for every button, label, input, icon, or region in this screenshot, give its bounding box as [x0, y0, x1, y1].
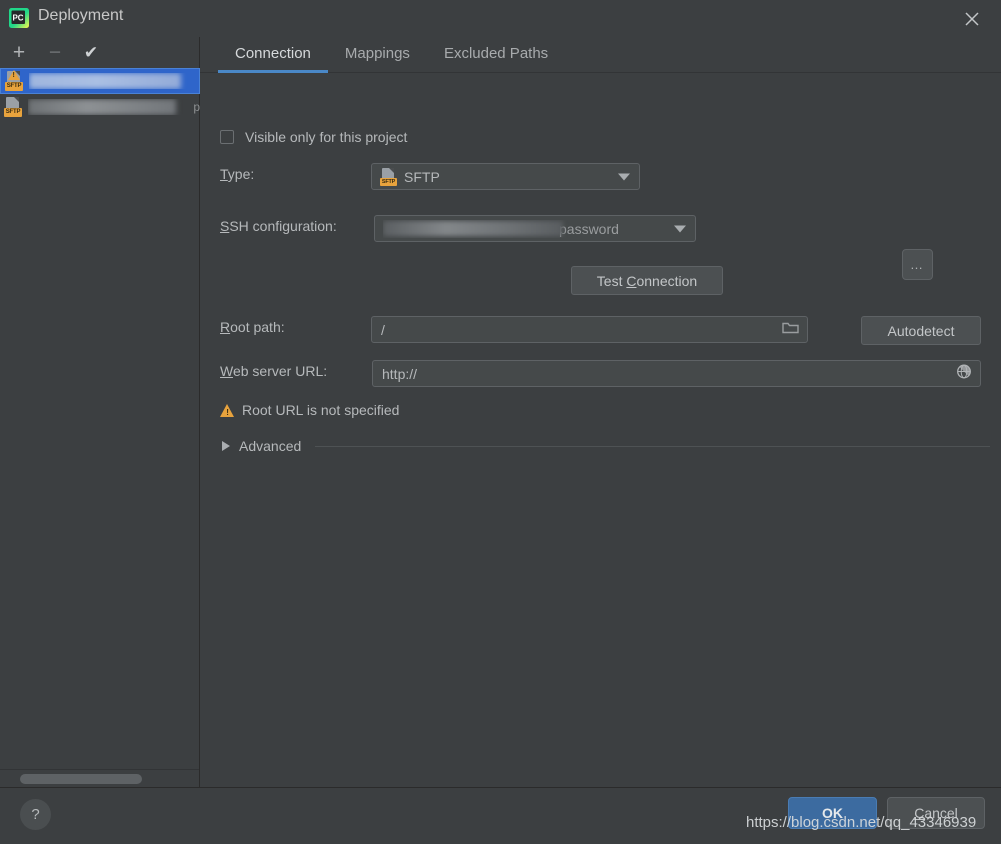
- scrollbar-thumb[interactable]: [20, 774, 142, 784]
- deployment-dialog: PC Deployment + − ✔ ! SFTP SFTP p Connec…: [0, 0, 1001, 844]
- close-icon[interactable]: [961, 8, 983, 30]
- web-server-url-input[interactable]: http://: [372, 360, 981, 387]
- web-server-url-label: Web server URL:: [220, 363, 328, 379]
- advanced-label: Advanced: [239, 438, 302, 454]
- sidebar-toolbar: + − ✔: [0, 37, 200, 68]
- root-path-label-row: Root path:: [220, 319, 285, 335]
- ssh-config-value-redacted: password: [383, 220, 619, 238]
- web-server-url-label-row: Web server URL:: [220, 363, 327, 379]
- tab-connection[interactable]: Connection: [218, 45, 328, 73]
- remove-server-label: −: [48, 41, 62, 64]
- tab-mappings[interactable]: Mappings: [328, 45, 427, 72]
- server-name-redacted: [29, 73, 199, 89]
- title-bar: PC Deployment: [0, 0, 1001, 37]
- ssh-config-combo[interactable]: password: [374, 215, 696, 242]
- folder-icon[interactable]: [782, 320, 799, 339]
- server-sidebar: + − ✔ SFTP: [0, 37, 200, 787]
- list-item[interactable]: SFTP p: [0, 94, 200, 120]
- root-path-input[interactable]: /: [371, 316, 808, 343]
- autodetect-label: Autodetect: [887, 322, 955, 339]
- add-server-icon[interactable]: +: [8, 42, 30, 64]
- svg-text:PC: PC: [12, 13, 23, 22]
- web-server-url-value: http://: [382, 365, 418, 382]
- tab-excluded-paths[interactable]: Excluded Paths: [427, 45, 565, 72]
- root-path-label: Root path:: [220, 319, 285, 335]
- visible-only-row: Visible only for this project: [220, 129, 407, 145]
- sftp-icon: SFTP: [380, 167, 397, 186]
- help-button[interactable]: ?: [20, 799, 51, 830]
- type-label-row: Type:: [220, 166, 254, 182]
- pycharm-logo-icon: PC: [8, 7, 30, 29]
- server-list: SFTP SFTP p: [0, 68, 200, 768]
- sftp-badge-label: SFTP: [380, 177, 397, 186]
- section-divider: [315, 445, 990, 447]
- ssh-config-label: SSH configuration:: [220, 218, 337, 234]
- warning-triangle-icon: !: [220, 403, 235, 417]
- sftp-server-icon: SFTP: [5, 70, 23, 91]
- root-url-warning: ! Root URL is not specified: [220, 402, 399, 418]
- content-panel: Connection Mappings Excluded Paths Visib…: [200, 37, 1001, 787]
- set-default-icon[interactable]: ✔: [80, 42, 102, 64]
- set-default-label: ✔: [83, 43, 99, 62]
- globe-icon[interactable]: [956, 363, 972, 384]
- remove-server-icon[interactable]: −: [44, 42, 66, 64]
- visible-only-checkbox[interactable]: [220, 130, 234, 144]
- connection-form: Visible only for this project Type: SFTP…: [200, 73, 1001, 787]
- ssh-config-label-row: SSH configuration:: [220, 218, 337, 234]
- sftp-badge-label: SFTP: [4, 108, 22, 117]
- list-item[interactable]: SFTP: [0, 68, 200, 94]
- warning-text: Root URL is not specified: [242, 402, 400, 418]
- test-connection-label: Test Connection: [596, 272, 698, 289]
- sidebar-horizontal-scrollbar[interactable]: [0, 769, 199, 787]
- sftp-server-icon: SFTP: [4, 97, 22, 117]
- advanced-section-header[interactable]: Advanced: [222, 438, 990, 454]
- type-combo[interactable]: SFTP SFTP: [371, 163, 640, 190]
- ellipsis-icon: …: [910, 256, 925, 272]
- server-name-tail: p: [193, 100, 200, 114]
- window-title: Deployment: [38, 7, 124, 24]
- chevron-down-icon: [674, 225, 686, 232]
- watermark-text: https://blog.csdn.net/qq_43346939: [746, 814, 977, 831]
- server-name-redacted: [28, 99, 193, 115]
- type-label: Type:: [220, 166, 255, 182]
- chevron-right-icon[interactable]: [222, 441, 230, 451]
- chevron-down-icon: [618, 173, 630, 180]
- tab-bar: Connection Mappings Excluded Paths: [200, 37, 1001, 73]
- ssh-config-browse-button[interactable]: …: [902, 249, 933, 280]
- ssh-config-auth-type: password: [559, 220, 619, 237]
- type-value: SFTP: [404, 168, 440, 185]
- sftp-badge-label: SFTP: [5, 82, 23, 91]
- test-connection-button[interactable]: Test Connection: [571, 266, 723, 295]
- autodetect-button[interactable]: Autodetect: [861, 316, 981, 345]
- visible-only-label: Visible only for this project: [245, 129, 408, 145]
- root-path-value: /: [381, 321, 385, 338]
- add-server-label: +: [12, 41, 26, 64]
